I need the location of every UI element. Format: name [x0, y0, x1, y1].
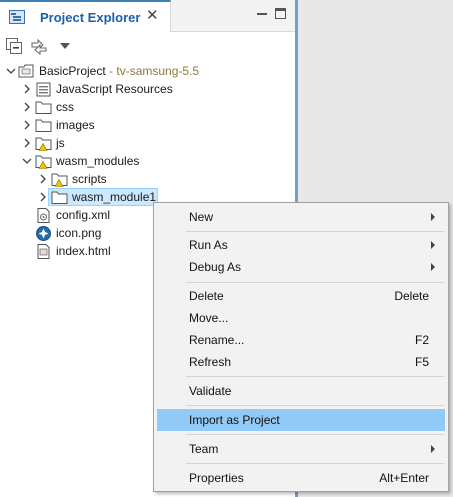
menu-separator [186, 463, 444, 464]
menu-item-label: Team [189, 442, 219, 456]
project-name: BasicProject [39, 64, 106, 78]
menu-item-label: Refresh [189, 355, 232, 369]
tree-item-label: wasm_modules [56, 154, 140, 168]
tree-item-images[interactable]: images [22, 116, 142, 134]
tree-item-index-html[interactable]: index.html [22, 242, 142, 260]
submenu-arrow-icon [431, 263, 435, 271]
project-decoration: - tv-samsung-5.5 [105, 64, 200, 78]
tree-item-label: scripts [72, 172, 107, 186]
xml-file-icon [37, 208, 50, 223]
folder-warning-icon [35, 137, 52, 151]
menu-item-label: Debug As [189, 260, 242, 274]
collapse-all-icon[interactable] [5, 37, 23, 55]
tree-item-label: config.xml [56, 208, 111, 222]
menu-item-move[interactable]: Move... [157, 307, 445, 329]
menu-item-label: New [189, 210, 214, 224]
tree-item-label: icon.png [56, 226, 102, 240]
menu-item-shortcut: Delete [394, 289, 429, 303]
menu-item-validate[interactable]: Validate [157, 380, 445, 402]
view-menu-icon[interactable] [60, 43, 70, 49]
menu-item-label: Rename... [189, 333, 245, 347]
tree-item-wasm-modules[interactable]: wasm_modules [22, 152, 162, 170]
menu-item-label: Move... [189, 311, 229, 325]
menu-item-label: Delete [189, 289, 224, 303]
project-explorer-tab[interactable]: Project Explorer ✕ [0, 0, 171, 32]
chevron-right-icon[interactable] [38, 192, 48, 202]
menu-item-shortcut: F2 [414, 333, 429, 347]
menu-item-team[interactable]: Team [157, 438, 445, 460]
tree-item-label: wasm_module1 [72, 190, 157, 204]
menu-separator [186, 282, 444, 283]
menu-separator [186, 434, 444, 435]
context-menu: New Run As Debug As Delete Delete Move..… [153, 202, 449, 492]
tree-item-wasm-module1[interactable]: wasm_module1 [38, 188, 158, 206]
folder-icon [35, 101, 52, 114]
chevron-right-icon[interactable] [22, 84, 32, 94]
tree-item-config-xml[interactable]: config.xml [22, 206, 142, 224]
tree-item-css[interactable]: css [22, 98, 142, 116]
menu-item-debug-as[interactable]: Debug As [157, 256, 445, 278]
submenu-arrow-icon [431, 445, 435, 453]
chevron-right-icon[interactable] [22, 120, 32, 130]
menu-item-import-as-project[interactable]: Import as Project [157, 409, 445, 431]
link-with-editor-icon[interactable] [30, 37, 48, 55]
folder-warning-icon [35, 155, 52, 169]
tree-item-project[interactable]: BasicProject - tv-samsung-5.5 [4, 62, 244, 80]
menu-item-label: Run As [189, 238, 228, 252]
menu-item-label: Properties [189, 471, 244, 485]
view-title: Project Explorer [40, 10, 141, 25]
tree-item-scripts[interactable]: scripts [38, 170, 158, 188]
menu-separator [186, 376, 444, 377]
chevron-right-icon[interactable] [38, 174, 48, 184]
folder-icon [51, 191, 68, 204]
menu-item-run-as[interactable]: Run As [157, 234, 445, 256]
folder-warning-icon [51, 173, 68, 187]
tree-item-js[interactable]: js [22, 134, 142, 152]
tree-item-label: JavaScript Resources [56, 82, 173, 96]
menu-item-rename[interactable]: Rename... F2 [157, 329, 445, 351]
menu-item-refresh[interactable]: Refresh F5 [157, 351, 445, 373]
menu-separator [186, 231, 444, 232]
tree-item-javascript-resources[interactable]: JavaScript Resources [22, 80, 222, 98]
submenu-arrow-icon [431, 213, 435, 221]
html-file-icon [37, 244, 50, 259]
tree-item-label: index.html [56, 244, 111, 258]
view-tab-bar: Project Explorer ✕ [0, 0, 295, 32]
project-explorer-icon [9, 10, 25, 24]
minimize-icon[interactable] [256, 8, 268, 20]
close-icon[interactable]: ✕ [146, 7, 159, 25]
tree-item-label: js [56, 136, 65, 150]
view-toolbar [0, 32, 295, 60]
chevron-down-icon[interactable] [6, 66, 16, 76]
maximize-icon[interactable] [275, 8, 286, 19]
tree-item-label: css [56, 100, 74, 114]
menu-item-shortcut: Alt+Enter [379, 471, 429, 485]
chevron-right-icon[interactable] [22, 138, 32, 148]
menu-item-delete[interactable]: Delete Delete [157, 285, 445, 307]
menu-item-label: Validate [189, 384, 232, 398]
menu-separator [186, 405, 444, 406]
submenu-arrow-icon [431, 241, 435, 249]
chevron-down-icon[interactable] [22, 156, 32, 166]
menu-item-properties[interactable]: Properties Alt+Enter [157, 467, 445, 489]
tree-item-label: images [56, 118, 95, 132]
menu-item-label: Import as Project [189, 413, 280, 427]
javascript-resources-icon [36, 82, 51, 97]
tree-item-icon-png[interactable]: icon.png [22, 224, 142, 242]
image-file-icon [36, 226, 51, 241]
menu-item-shortcut: F5 [414, 355, 429, 369]
chevron-right-icon[interactable] [22, 102, 32, 112]
menu-item-new[interactable]: New [157, 206, 445, 228]
folder-icon [35, 119, 52, 132]
project-icon [18, 64, 34, 78]
